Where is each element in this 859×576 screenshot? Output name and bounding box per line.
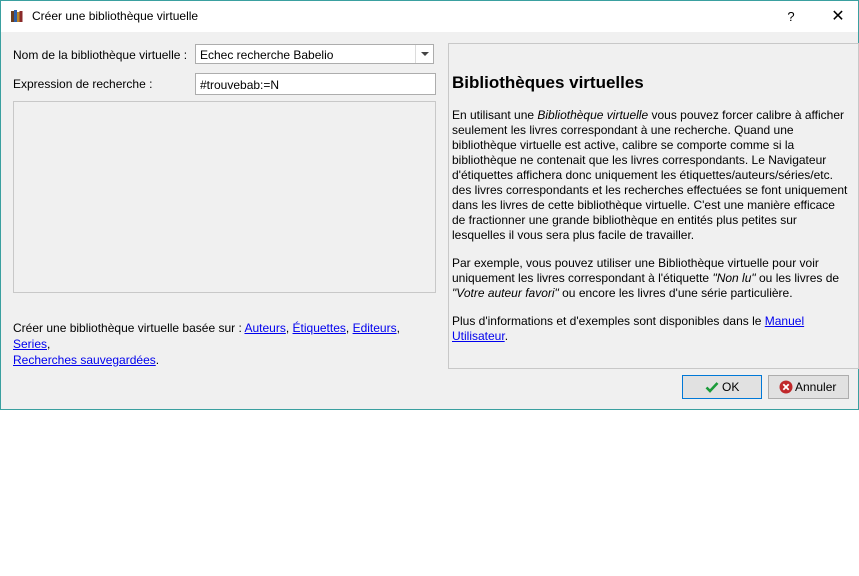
check-icon [705, 382, 719, 393]
calibre-books-icon [11, 10, 23, 22]
help-panel: Bibliothèques virtuelles En utilisant un… [448, 43, 859, 369]
library-name-combobox[interactable]: Echec recherche Babelio [195, 44, 434, 64]
separator: , [396, 321, 400, 335]
library-name-label: Nom de la bibliothèque virtuelle : [13, 48, 188, 62]
library-preview-area [13, 101, 436, 293]
link-series[interactable]: Series [13, 337, 47, 351]
help-paragraph-1: En utilisant une Bibliothèque virtuelle … [452, 108, 850, 243]
link-publishers[interactable]: Editeurs [353, 321, 397, 335]
search-expression-label: Expression de recherche : [13, 77, 153, 91]
ok-button[interactable]: OK [682, 375, 762, 399]
separator: , [47, 337, 51, 351]
help-paragraph-3: Plus d'informations et d'exemples sont d… [452, 314, 850, 344]
library-name-value: Echec recherche Babelio [200, 48, 334, 62]
window-title: Créer une bibliothèque virtuelle [32, 9, 199, 23]
link-authors[interactable]: Auteurs [244, 321, 285, 335]
text: . [504, 329, 509, 343]
based-on-prefix: Créer une bibliothèque virtuelle basée s… [13, 321, 245, 335]
chevron-down-icon[interactable] [415, 45, 433, 63]
link-saved-searches[interactable]: Recherches sauvegardées [13, 353, 156, 367]
emphasis: "Votre auteur favori" [452, 286, 559, 300]
text: vous pouvez forcer calibre à afficher se… [452, 108, 848, 242]
text: ou encore les livres d'une série particu… [558, 286, 793, 300]
text: Plus d'informations et d'exemples sont d… [452, 314, 765, 328]
emphasis: Bibliothèque virtuelle [537, 108, 649, 122]
search-expression-value: #trouvebab:=N [200, 78, 280, 92]
period: . [155, 353, 160, 367]
help-button[interactable]: ? [776, 1, 806, 32]
cancel-icon [779, 380, 793, 394]
emphasis: "Non lu" [712, 271, 756, 285]
help-paragraph-2: Par exemple, vous pouvez utiliser une Bi… [452, 256, 850, 301]
help-body: En utilisant une Bibliothèque virtuelle … [452, 108, 850, 357]
separator: , [345, 321, 353, 335]
cancel-button[interactable]: Annuler [768, 375, 849, 399]
help-title: Bibliothèques virtuelles [452, 73, 644, 92]
text: En utilisant une [452, 108, 538, 122]
search-expression-input[interactable]: #trouvebab:=N [195, 73, 436, 95]
close-button[interactable]: ✕ [818, 1, 858, 32]
create-virtual-library-dialog: Créer une bibliothèque virtuelle ? ✕ Nom… [0, 0, 859, 410]
ok-label: OK [722, 380, 740, 394]
separator: , [285, 321, 293, 335]
text: ou les livres de [755, 271, 840, 285]
link-tags[interactable]: Étiquettes [293, 321, 346, 335]
based-on-text: Créer une bibliothèque virtuelle basée s… [13, 320, 438, 368]
cancel-label: Annuler [795, 380, 837, 394]
title-bar: Créer une bibliothèque virtuelle ? ✕ [1, 1, 858, 32]
